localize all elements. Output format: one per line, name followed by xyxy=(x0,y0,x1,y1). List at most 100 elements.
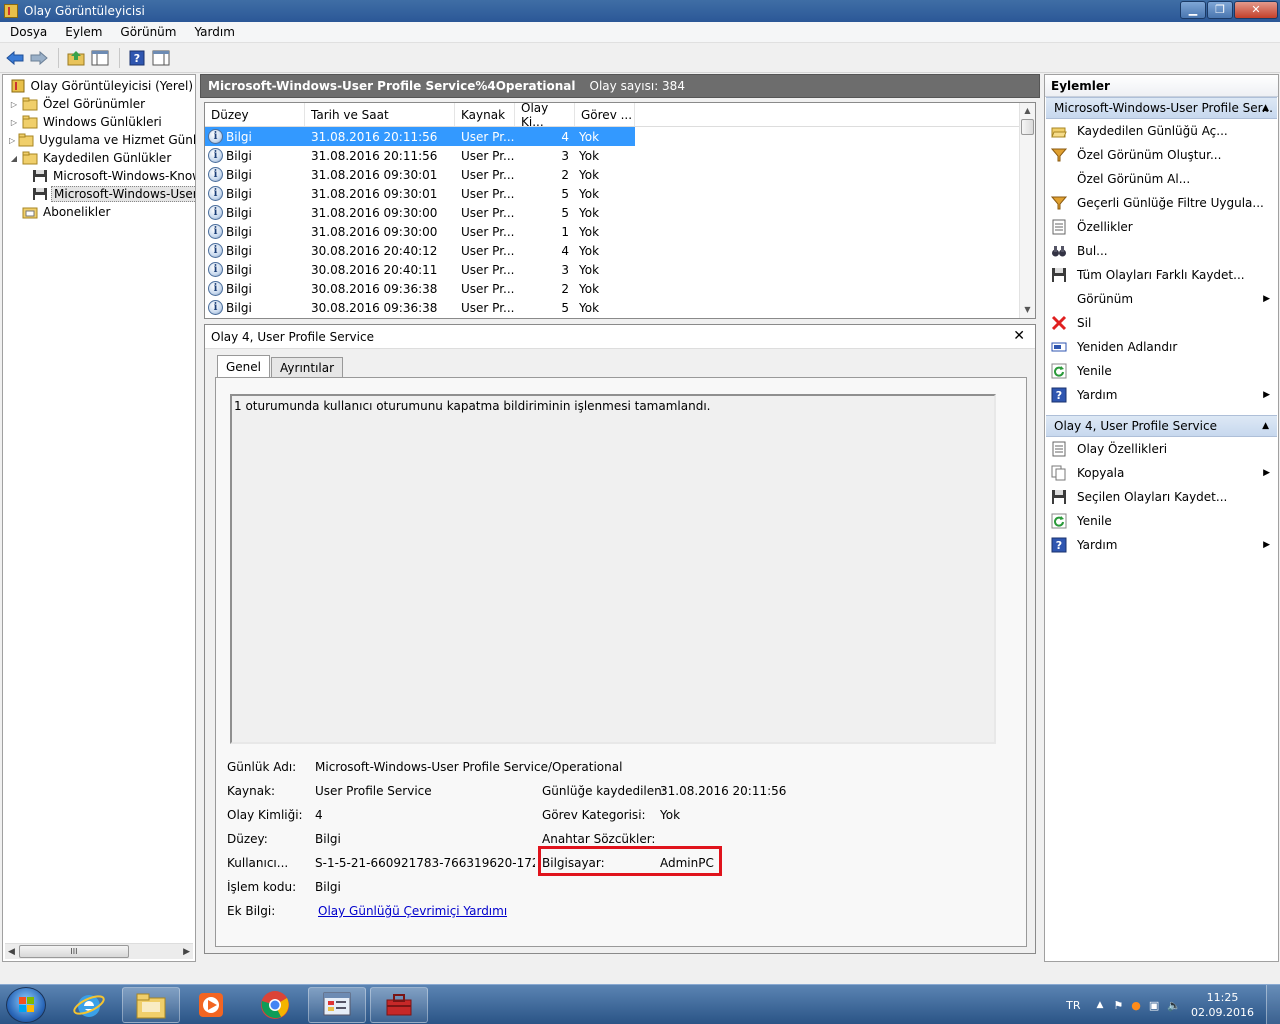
tree-horizontal-scrollbar[interactable]: ◀ III ▶ xyxy=(5,943,193,959)
tree-expander[interactable]: ◢ xyxy=(9,154,19,163)
table-row[interactable]: i Bilgi 30.08.2016 09:36:38 User Pr... 5 Yok xyxy=(205,298,1035,317)
action-item[interactable]: Yenile xyxy=(1045,359,1278,383)
action-item[interactable]: Özel Görünüm Al... xyxy=(1045,167,1278,191)
action-item[interactable]: Özellikler xyxy=(1045,215,1278,239)
help-icon[interactable]: ? xyxy=(126,47,148,69)
column-source[interactable]: Kaynak xyxy=(455,103,515,126)
action-center-flag-icon[interactable]: ⚑ xyxy=(1113,999,1123,1012)
tree-item-event-viewer-local[interactable]: Olay Görüntüleyicisi (Yerel) xyxy=(3,77,195,95)
event-detail-header: Olay 4, User Profile Service ✕ xyxy=(205,325,1035,349)
scroll-left-icon[interactable]: ◀ xyxy=(5,947,15,957)
tree-item-saved-log-known[interactable]: Microsoft-Windows-Known xyxy=(3,167,195,185)
action-item[interactable]: Sil xyxy=(1045,311,1278,335)
scroll-right-icon[interactable]: ▶ xyxy=(183,947,193,957)
action-item[interactable]: Tüm Olayları Farklı Kaydet... xyxy=(1045,263,1278,287)
action-item[interactable]: Geçerli Günlüğe Filtre Uygula... xyxy=(1045,191,1278,215)
collapse-up-icon[interactable]: ▲ xyxy=(1262,103,1269,113)
table-row[interactable]: i Bilgi 31.08.2016 20:11:56 User Pr... 4 Yok xyxy=(205,127,1035,146)
tree-expander[interactable]: ▷ xyxy=(9,100,19,109)
tree-expander[interactable]: ▷ xyxy=(9,118,19,127)
table-row[interactable]: i Bilgi 31.08.2016 09:30:01 User Pr... 5 Yok xyxy=(205,184,1035,203)
logged-value[interactable]: 31.08.2016 20:11:56 xyxy=(660,784,786,798)
log-name: Microsoft-Windows-User Profile Service%4… xyxy=(208,79,576,93)
restore-button[interactable]: ❐ xyxy=(1207,1,1233,19)
opcode-value[interactable]: Bilgi xyxy=(315,880,341,894)
action-item[interactable]: Yeniden Adlandır xyxy=(1045,335,1278,359)
internet-explorer-icon[interactable] xyxy=(60,987,118,1023)
network-icon[interactable]: ▣ xyxy=(1149,999,1159,1012)
column-event-id[interactable]: Olay Ki... xyxy=(515,103,575,129)
console-tree-icon[interactable] xyxy=(89,47,111,69)
scroll-thumb[interactable] xyxy=(1021,119,1034,135)
tree-item-app-service-logs[interactable]: ▷ Uygulama ve Hizmet Günlükleri xyxy=(3,131,195,149)
forward-arrow-icon[interactable] xyxy=(28,47,50,69)
action-item[interactable]: Kaydedilen Günlüğü Aç... xyxy=(1045,119,1278,143)
volume-icon[interactable]: 🔈 xyxy=(1167,999,1181,1012)
menu-help[interactable]: Yardım xyxy=(184,25,242,39)
tree-item-saved-log-user[interactable]: Microsoft-Windows-User xyxy=(3,185,195,203)
start-button[interactable] xyxy=(6,987,46,1023)
scroll-up-icon[interactable]: ▲ xyxy=(1020,103,1035,119)
actions-section-log[interactable]: Microsoft-Windows-User Profile Ser... ▲ xyxy=(1046,97,1277,119)
action-item[interactable]: ? Yardım ▶ xyxy=(1045,533,1278,557)
event-id-value[interactable]: 4 xyxy=(315,808,323,822)
scroll-thumb[interactable]: III xyxy=(18,945,129,958)
table-row[interactable]: i Bilgi 31.08.2016 09:30:00 User Pr... 5 Yok xyxy=(205,203,1035,222)
collapse-up-icon[interactable]: ▲ xyxy=(1262,421,1269,431)
tree-expander[interactable]: ▷ xyxy=(9,136,15,145)
source-value[interactable]: User Profile Service xyxy=(315,784,432,798)
action-pane-icon[interactable] xyxy=(150,47,172,69)
close-detail-icon[interactable]: ✕ xyxy=(1013,328,1025,344)
minimize-button[interactable]: ▁ xyxy=(1180,1,1206,19)
action-item[interactable]: Görünüm ▶ xyxy=(1045,287,1278,311)
menu-action[interactable]: Eylem xyxy=(55,25,110,39)
menu-file[interactable]: Dosya xyxy=(0,25,55,39)
avast-icon[interactable]: ● xyxy=(1131,999,1141,1012)
actions-section-event[interactable]: Olay 4, User Profile Service ▲ xyxy=(1046,415,1277,437)
media-player-icon[interactable] xyxy=(182,987,240,1023)
show-hidden-icons-icon[interactable]: ▲ xyxy=(1097,1000,1104,1010)
chrome-icon[interactable] xyxy=(246,987,304,1023)
explorer-folder-icon[interactable] xyxy=(122,987,180,1023)
tree-item-custom-views[interactable]: ▷ Özel Görünümler xyxy=(3,95,195,113)
tree-item-saved-logs[interactable]: ◢ Kaydedilen Günlükler xyxy=(3,149,195,167)
action-item[interactable]: Özel Görünüm Oluştur... xyxy=(1045,143,1278,167)
table-row[interactable]: i Bilgi 31.08.2016 09:30:00 User Pr... 1 Yok xyxy=(205,222,1035,241)
tree-item-subscriptions[interactable]: Abonelikler xyxy=(3,203,195,221)
table-row[interactable]: i Bilgi 30.08.2016 20:40:11 User Pr... 3 Yok xyxy=(205,260,1035,279)
level-value[interactable]: Bilgi xyxy=(315,832,341,846)
tree-item-windows-logs[interactable]: ▷ Windows Günlükleri xyxy=(3,113,195,131)
up-folder-icon[interactable] xyxy=(65,47,87,69)
column-datetime[interactable]: Tarih ve Saat xyxy=(305,103,455,126)
clock[interactable]: 11:25 02.09.2016 xyxy=(1191,990,1254,1020)
back-arrow-icon[interactable] xyxy=(4,47,26,69)
action-item[interactable]: Olay Özellikleri xyxy=(1045,437,1278,461)
submenu-arrow-icon: ▶ xyxy=(1263,390,1270,400)
tab-general[interactable]: Genel xyxy=(217,355,271,377)
action-item[interactable]: Bul... xyxy=(1045,239,1278,263)
table-row[interactable]: i Bilgi 30.08.2016 20:40:12 User Pr... 4 Yok xyxy=(205,241,1035,260)
column-task[interactable]: Görev ... xyxy=(575,103,635,126)
scroll-down-icon[interactable]: ▼ xyxy=(1020,302,1035,318)
action-item[interactable]: Yenile xyxy=(1045,509,1278,533)
event-list-vertical-scrollbar[interactable]: ▲ ▼ xyxy=(1019,103,1035,318)
tab-details[interactable]: Ayrıntılar xyxy=(271,357,344,377)
column-level[interactable]: Düzey xyxy=(205,103,305,126)
table-row[interactable]: i Bilgi 31.08.2016 09:30:01 User Pr... 2 Yok xyxy=(205,165,1035,184)
table-row[interactable]: i Bilgi 30.08.2016 09:36:38 User Pr... 2 Yok xyxy=(205,279,1035,298)
action-item[interactable]: ? Yardım ▶ xyxy=(1045,383,1278,407)
toolbox-icon[interactable] xyxy=(370,987,428,1023)
user-value[interactable]: S-1-5-21-660921783-766319620-1724023282 xyxy=(315,856,535,870)
close-button[interactable]: ✕ xyxy=(1234,1,1278,19)
online-help-link[interactable]: Olay Günlüğü Çevrimiçi Yardımı xyxy=(318,904,507,918)
language-indicator[interactable]: TR xyxy=(1066,999,1080,1012)
show-desktop-button[interactable] xyxy=(1266,985,1280,1024)
event-viewer-taskbar-icon[interactable] xyxy=(308,987,366,1023)
action-item[interactable]: Seçilen Olayları Kaydet... xyxy=(1045,485,1278,509)
event-message[interactable]: 1 oturumunda kullanıcı oturumunu kapatma… xyxy=(230,394,996,744)
action-item[interactable]: Kopyala ▶ xyxy=(1045,461,1278,485)
table-row[interactable]: i Bilgi 31.08.2016 20:11:56 User Pr... 3 Yok xyxy=(205,146,1035,165)
log-name-value[interactable]: Microsoft-Windows-User Profile Service/O… xyxy=(315,760,622,774)
menu-view[interactable]: Görünüm xyxy=(110,25,184,39)
task-category-value[interactable]: Yok xyxy=(660,808,680,822)
